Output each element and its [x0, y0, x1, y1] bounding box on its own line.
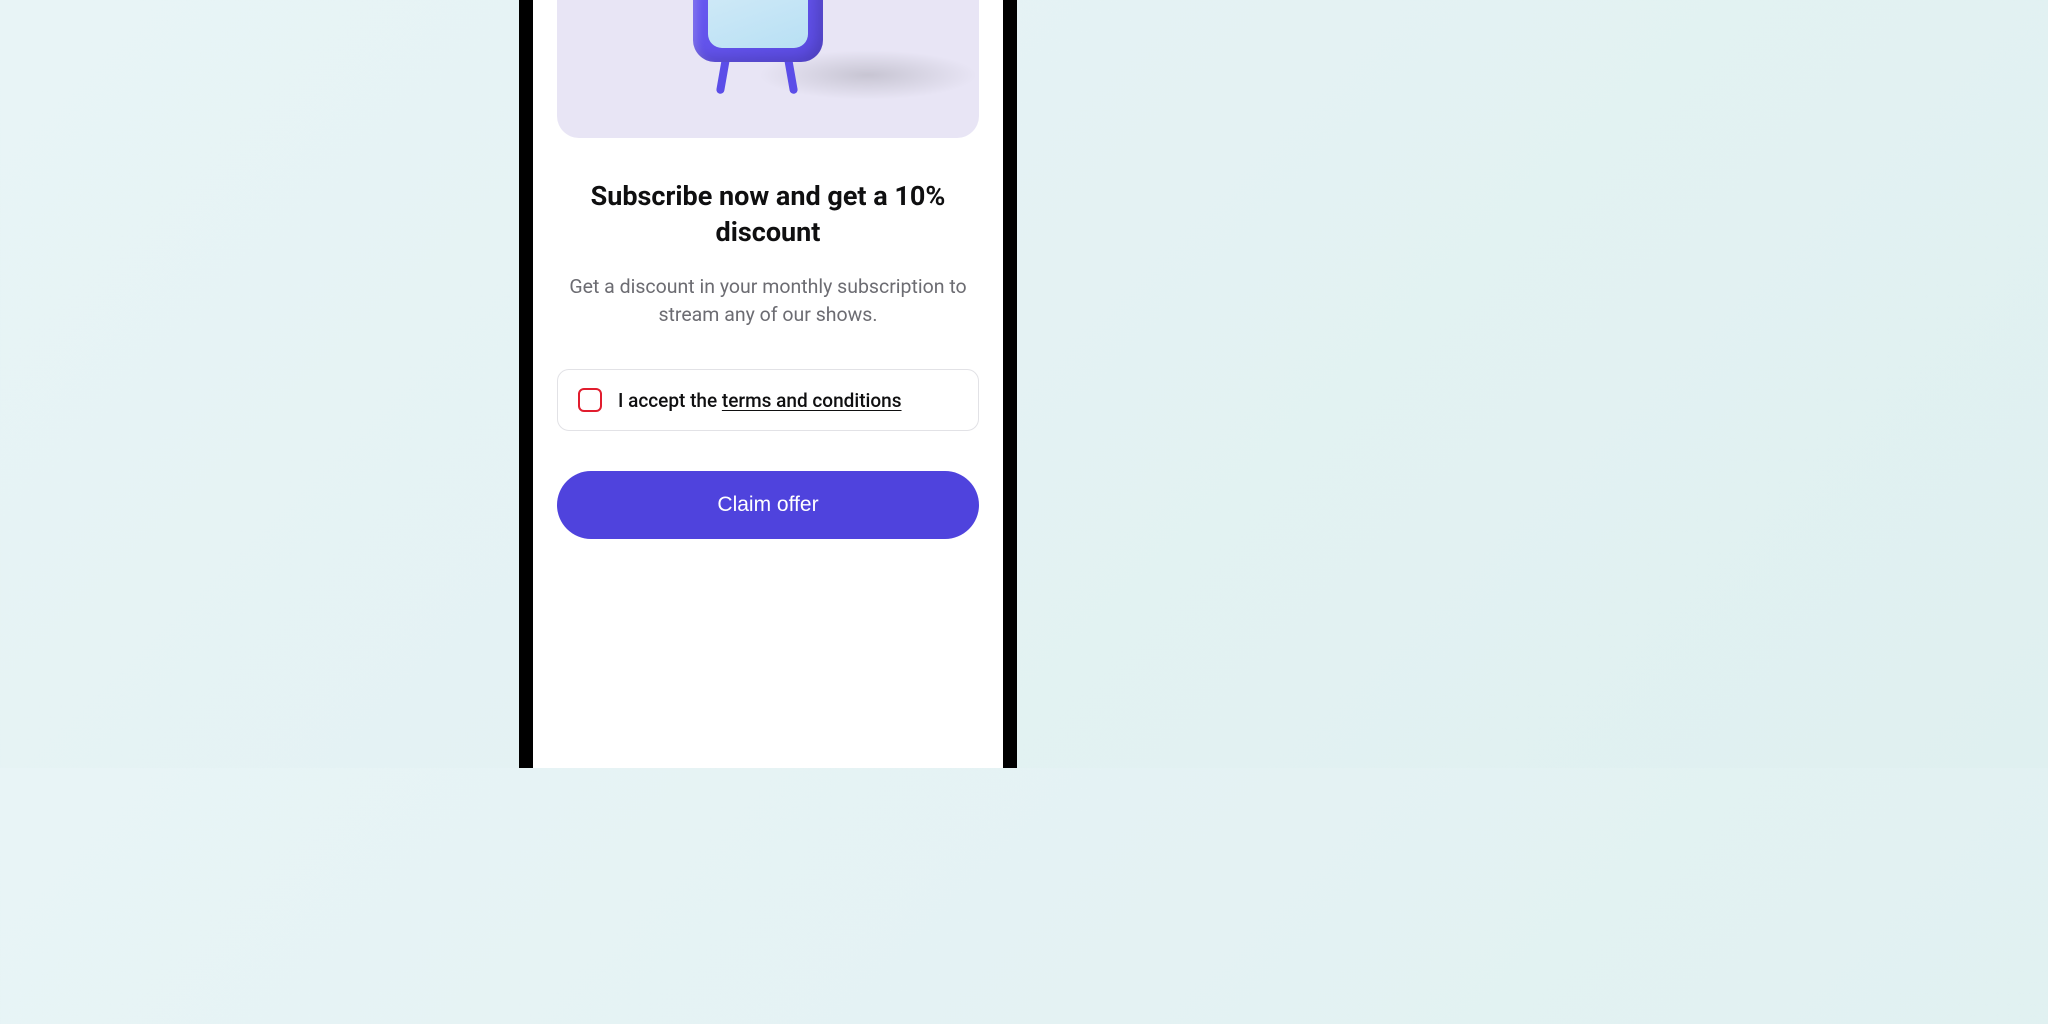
- terms-checkbox[interactable]: [578, 388, 602, 412]
- terms-link[interactable]: terms and conditions: [722, 389, 902, 412]
- claim-offer-button[interactable]: Claim offer: [557, 471, 979, 539]
- tv-icon: [693, 0, 843, 102]
- terms-prefix: I accept the: [618, 389, 722, 412]
- terms-container: I accept the terms and conditions: [557, 369, 979, 431]
- phone-screen: Subscribe now and get a 10% discount Get…: [533, 0, 1003, 768]
- offer-subtext: Get a discount in your monthly subscript…: [557, 273, 979, 330]
- phone-frame: Subscribe now and get a 10% discount Get…: [519, 0, 1017, 768]
- offer-headline: Subscribe now and get a 10% discount: [557, 178, 979, 251]
- terms-label: I accept the terms and conditions: [618, 389, 902, 412]
- hero-illustration-card: [557, 0, 979, 138]
